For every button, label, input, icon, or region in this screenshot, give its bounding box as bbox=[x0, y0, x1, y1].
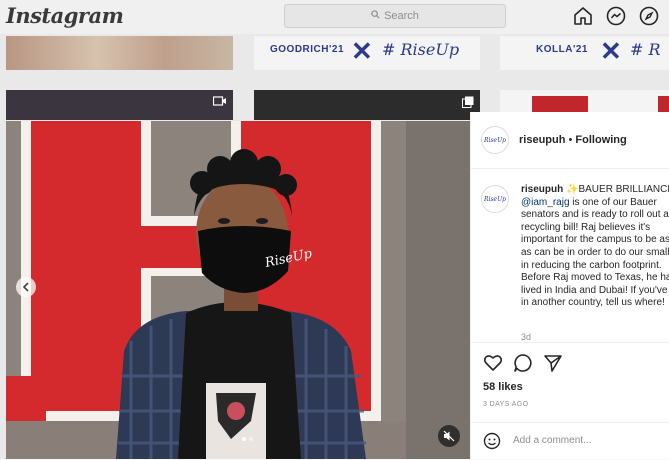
search-icon bbox=[371, 10, 380, 22]
carousel-badge-icon bbox=[462, 96, 474, 111]
grid-post-tile[interactable] bbox=[6, 90, 233, 120]
grid-post-tile[interactable] bbox=[254, 90, 480, 120]
caption-line: senators and is ready to roll out a bbox=[521, 209, 669, 221]
avatar[interactable]: RiseUp bbox=[481, 126, 509, 154]
caption-age: 3d bbox=[521, 332, 532, 342]
header-separator: • bbox=[565, 134, 576, 146]
tile-brand-text: KOLLA'21 bbox=[536, 44, 588, 55]
video-badge-icon bbox=[212, 96, 227, 109]
carousel-indicator bbox=[242, 437, 253, 441]
post-author: riseupuh • Following bbox=[519, 134, 627, 146]
caption-headline: ✨BAUER BRILLIANCE bbox=[563, 184, 669, 195]
username-link[interactable]: riseupuh bbox=[519, 134, 565, 146]
messenger-icon[interactable] bbox=[605, 5, 627, 27]
top-navigation-bar: Instagram Search bbox=[0, 0, 669, 35]
caption-line: is one of our Bauer bbox=[569, 196, 657, 208]
post-video[interactable]: RiseUp bbox=[6, 121, 470, 459]
caption-line: as can be in order to do our small part bbox=[521, 246, 669, 258]
avatar-logo-text: RiseUp bbox=[484, 136, 506, 144]
mention-link[interactable]: @iam_rajg bbox=[521, 197, 570, 208]
caption-line: in another country, tell us where! bbox=[521, 297, 665, 309]
comment-box: Add a comment... bbox=[471, 422, 669, 460]
post-actions: 58 likes 3 DAYS AGO bbox=[471, 342, 669, 429]
instagram-logo[interactable]: Instagram bbox=[6, 3, 124, 28]
caption-line: lived in India and Dubai! If you've live… bbox=[521, 284, 669, 296]
tile-x-mark: ✕ bbox=[351, 36, 373, 66]
post-header: RiseUp riseupuh • Following bbox=[471, 112, 669, 169]
tile-brand-text: GOODRICH'21 bbox=[270, 44, 345, 55]
search-placeholder: Search bbox=[384, 10, 419, 22]
grid-post-tile[interactable] bbox=[6, 36, 233, 70]
grid-post-tile[interactable]: KOLLA'21 ✕ # R bbox=[500, 36, 669, 70]
search-input[interactable]: Search bbox=[284, 4, 506, 28]
share-paper-plane-icon[interactable] bbox=[543, 353, 563, 373]
emoji-icon[interactable] bbox=[483, 432, 501, 450]
post-date: 3 DAYS AGO bbox=[483, 401, 529, 408]
comment-input[interactable]: Add a comment... bbox=[513, 435, 591, 446]
comment-icon[interactable] bbox=[513, 353, 533, 373]
caption-line: Before Raj moved to Texas, he has bbox=[521, 272, 669, 284]
tile-hashtag-text: # R bbox=[630, 40, 661, 59]
muted-speaker-icon bbox=[443, 430, 455, 442]
carousel-dot bbox=[242, 437, 246, 441]
caption-line: important for the campus to be as green bbox=[521, 234, 669, 246]
grid-post-tile[interactable]: GOODRICH'21 ✕ # RiseUp bbox=[254, 36, 480, 70]
tile-hashtag-text: # RiseUp bbox=[382, 40, 460, 59]
post-caption: riseupuh ✨BAUER BRILLIANCE @iam_rajg is … bbox=[521, 184, 669, 310]
avatar-logo-text: RiseUp bbox=[484, 195, 506, 203]
avatar[interactable]: RiseUp bbox=[481, 185, 509, 213]
tile-x-mark: ✕ bbox=[600, 36, 622, 66]
home-icon[interactable] bbox=[572, 5, 594, 27]
post-detail-panel: RiseUp riseupuh • Following RiseUp riseu… bbox=[470, 112, 669, 459]
mute-toggle-button[interactable] bbox=[438, 425, 460, 447]
caption-line: recycling bill! Raj believes it's bbox=[521, 221, 651, 233]
video-frame: RiseUp bbox=[6, 121, 470, 459]
like-heart-icon[interactable] bbox=[483, 353, 503, 373]
caption-section: RiseUp riseupuh ✨BAUER BRILLIANCE @iam_r… bbox=[471, 169, 669, 341]
likes-count[interactable]: 58 likes bbox=[483, 381, 523, 393]
caption-username-link[interactable]: riseupuh bbox=[521, 184, 563, 195]
explore-compass-icon[interactable] bbox=[638, 5, 660, 27]
carousel-dot bbox=[249, 437, 253, 441]
previous-media-button[interactable] bbox=[16, 277, 36, 297]
caption-line: in reducing the carbon footprint. bbox=[521, 259, 662, 271]
following-button[interactable]: Following bbox=[575, 134, 626, 146]
